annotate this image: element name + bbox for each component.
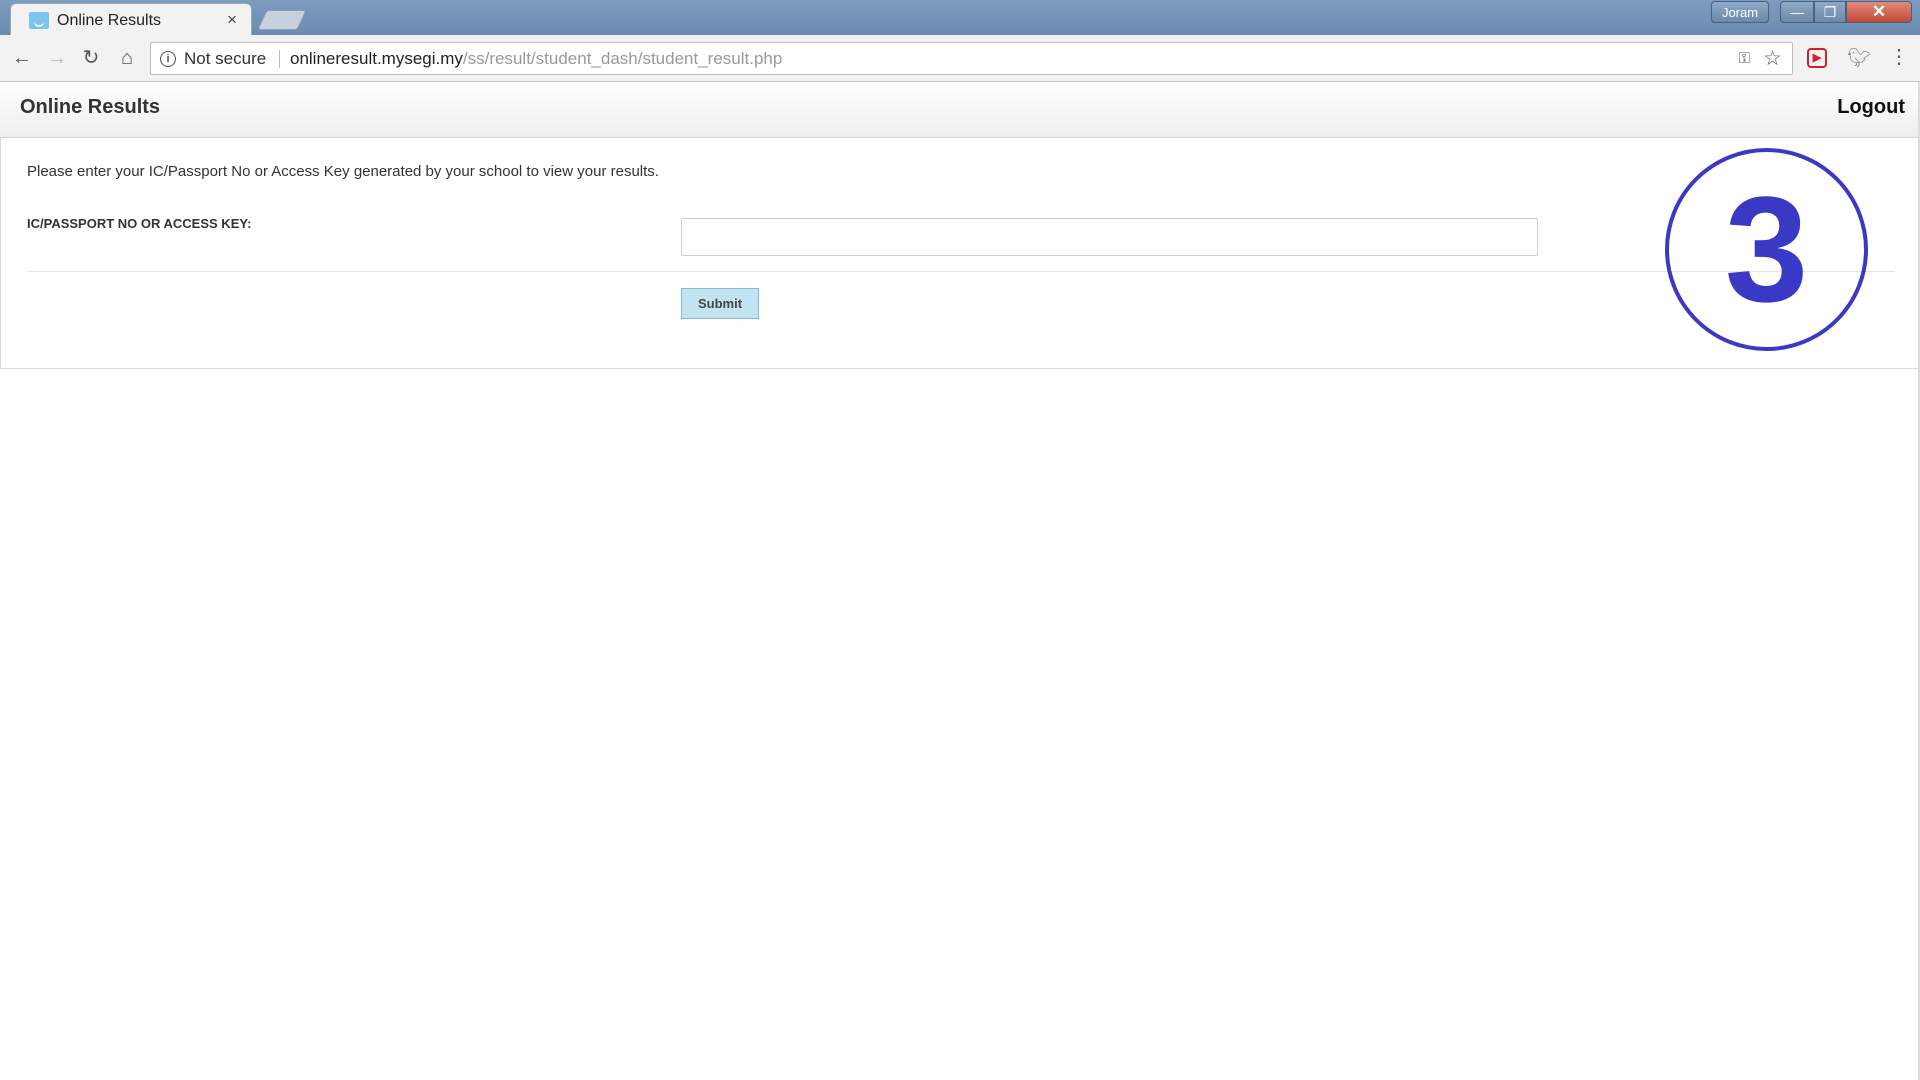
step-number-annotation: 3 [1665,148,1868,351]
submit-button[interactable]: Submit [681,288,759,319]
url-text[interactable]: onlineresult.mysegi.my/ss/result/student… [290,49,782,69]
menu-icon[interactable]: ⋮ [1889,44,1909,69]
new-tab-button[interactable] [257,10,307,30]
step-number: 3 [1724,165,1809,333]
address-bar[interactable]: i Not secure onlineresult.mysegi.my/ss/r… [150,42,1793,75]
result-form-panel: Please enter your IC/Passport No or Acce… [0,138,1920,369]
star-icon[interactable]: ☆ [1763,46,1782,71]
key-icon[interactable]: ⚿ [1739,50,1750,67]
home-icon[interactable]: ⌂ [114,45,140,71]
form-divider [27,271,1895,272]
back-icon[interactable]: ← [9,45,35,71]
reload-icon[interactable]: ↻ [78,45,104,71]
address-divider [279,50,280,68]
twitter-icon[interactable]: 🐦︎ [1847,46,1871,70]
url-path: /ss/result/student_dash/student_result.p… [462,49,783,68]
minimize-button[interactable]: — [1780,1,1814,23]
security-label[interactable]: Not secure [184,49,266,69]
tab-title: Online Results [57,12,162,29]
instructions-text: Please enter your IC/Passport No or Acce… [27,163,659,180]
access-key-input[interactable] [681,218,1538,256]
profile-button[interactable]: Joram [1711,1,1769,23]
site-favicon-icon [29,12,49,29]
close-window-button[interactable]: ✕ [1846,1,1912,23]
forward-icon[interactable]: → [44,45,70,71]
page-header: Online Results Logout [0,82,1920,138]
browser-toolbar: ← → ↻ ⌂ i Not secure onlineresult.mysegi… [0,35,1920,82]
tab-close-icon[interactable]: × [227,10,237,30]
maximize-button[interactable]: ❐ [1814,1,1846,23]
page-title: Online Results [20,96,161,118]
logout-link[interactable]: Logout [1837,96,1905,119]
extension-icon[interactable]: ▶ [1807,48,1827,68]
info-icon[interactable]: i [160,51,176,67]
title-bar: Online Results × Joram — ❐ ✕ [0,0,1920,35]
browser-tab[interactable]: Online Results × [10,3,252,35]
url-host: onlineresult.mysegi.my [290,49,463,68]
access-key-label: IC/PASSPORT NO OR ACCESS KEY: [27,216,252,231]
